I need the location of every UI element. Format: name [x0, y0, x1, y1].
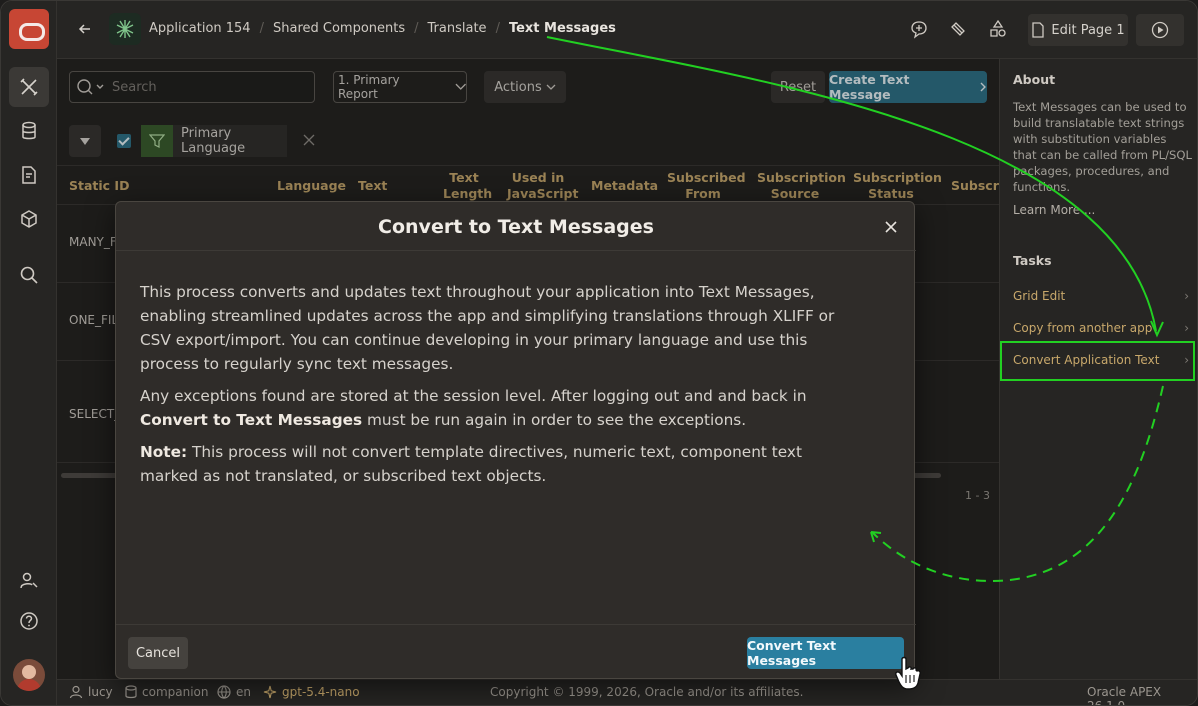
gallery-icon[interactable] [9, 199, 49, 239]
dialog-paragraph: Any exceptions found are stored at the s… [140, 384, 860, 432]
about-heading: About [1013, 72, 1056, 87]
note-label: Note: [140, 443, 188, 461]
oracle-logo[interactable] [9, 9, 49, 49]
breadcrumb-separator: / [414, 21, 419, 36]
convert-dialog: Convert to Text Messages This process co… [115, 201, 916, 680]
convert-text-messages-button[interactable]: Convert Text Messages [747, 637, 904, 669]
footer-model-label: gpt-5.4-nano [282, 685, 360, 699]
run-page-button[interactable] [1136, 14, 1184, 46]
footer-language[interactable]: en [217, 685, 251, 699]
task-copy-from-app[interactable]: Copy from another app › [1013, 321, 1193, 335]
dialog-title: Convert to Text Messages [378, 216, 654, 238]
breadcrumb-separator: / [259, 21, 264, 36]
task-grid-edit[interactable]: Grid Edit › [1013, 289, 1193, 303]
footer-language-label: en [236, 685, 251, 699]
shared-components-icon[interactable] [947, 18, 969, 40]
feedback-icon[interactable] [908, 18, 930, 40]
breadcrumb: Application 154 / Shared Components / Tr… [149, 21, 616, 36]
task-convert-application-text[interactable]: Convert Application Text › [1013, 353, 1193, 367]
play-icon [1151, 21, 1169, 39]
search-icon[interactable] [9, 255, 49, 295]
breadcrumb-shared-components[interactable]: Shared Components [273, 21, 405, 36]
footer-copyright: Copyright © 1999, 2026, Oracle and/or it… [490, 685, 804, 699]
learn-more-link[interactable]: Learn More ... [1013, 203, 1095, 217]
back-arrow-icon[interactable] [73, 17, 97, 41]
tasks-heading: Tasks [1013, 253, 1052, 268]
breadcrumb-current: Text Messages [508, 21, 616, 36]
globe-icon [217, 685, 231, 699]
task-label: Copy from another app [1013, 321, 1153, 335]
task-label: Convert Application Text [1013, 353, 1160, 367]
task-label: Grid Edit [1013, 289, 1066, 303]
about-text: Text Messages can be used to build trans… [1013, 100, 1192, 194]
breadcrumb-separator: / [495, 21, 500, 36]
edit-page-label: Edit Page 1 [1051, 22, 1125, 38]
team-dev-icon[interactable] [9, 155, 49, 195]
user-avatar[interactable] [13, 659, 45, 691]
footer: lucy companion en gpt-5.4-nano Copyright… [57, 679, 1197, 706]
dialog-paragraph: Note: This process will not convert temp… [140, 440, 860, 488]
footer-model[interactable]: gpt-5.4-nano [263, 685, 360, 699]
dialog-paragraph: This process converts and updates text t… [140, 283, 835, 373]
help-icon[interactable] [9, 601, 49, 641]
dialog-divider [116, 250, 916, 251]
app-icon[interactable] [109, 13, 141, 45]
admin-icon[interactable] [9, 561, 49, 601]
dialog-body: This process converts and updates text t… [140, 280, 860, 496]
app-window: Application 154 / Shared Components / Tr… [0, 0, 1198, 706]
right-panel: About Text Messages can be used to build… [999, 59, 1197, 679]
para2-text: Any exceptions found are stored at the s… [140, 387, 807, 405]
sparkle-icon [263, 685, 277, 699]
chevron-right-icon: › [1184, 321, 1189, 335]
edit-page-button[interactable]: Edit Page 1 [1028, 14, 1128, 46]
components-icon[interactable] [987, 18, 1009, 40]
breadcrumb-application[interactable]: Application 154 [149, 21, 251, 36]
footer-user[interactable]: lucy [69, 685, 113, 699]
para2-text-end: must be run again in order to see the ex… [362, 411, 747, 429]
cancel-button[interactable]: Cancel [128, 637, 188, 669]
dialog-footer: Cancel Convert Text Messages [116, 624, 916, 680]
sql-workshop-icon[interactable] [9, 111, 49, 151]
para2-bold: Convert to Text Messages [140, 411, 363, 429]
top-bar: Application 154 / Shared Components / Tr… [57, 1, 1197, 59]
chevron-right-icon: › [1184, 353, 1189, 367]
page-icon [1032, 22, 1045, 38]
chevron-right-icon: › [1184, 289, 1189, 303]
footer-version: Oracle APEX 26.1.0 [1087, 685, 1162, 706]
footer-workspace-label: companion [142, 685, 209, 699]
close-icon[interactable] [880, 216, 902, 238]
breadcrumb-translate[interactable]: Translate [428, 21, 487, 36]
footer-workspace[interactable]: companion [125, 685, 209, 699]
user-icon [69, 685, 83, 699]
footer-user-label: lucy [88, 685, 113, 699]
app-builder-icon[interactable] [9, 67, 49, 107]
note-text: This process will not convert template d… [140, 443, 802, 485]
nav-rail [1, 1, 57, 705]
database-icon [125, 685, 137, 699]
